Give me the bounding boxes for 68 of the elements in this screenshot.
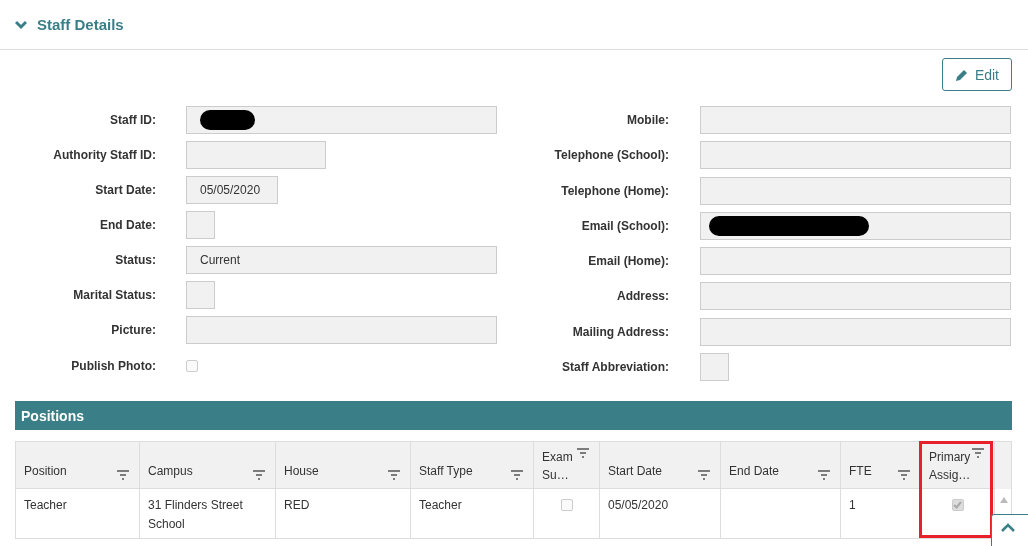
- column-header[interactable]: Exam Su…: [534, 442, 600, 489]
- pencil-icon: [954, 67, 969, 82]
- column-header[interactable]: Primary Assig…: [921, 442, 995, 489]
- input-field[interactable]: [700, 141, 1011, 170]
- input-field[interactable]: [700, 352, 729, 381]
- input-field[interactable]: [186, 281, 215, 309]
- input-field[interactable]: 05/05/2020: [186, 176, 278, 204]
- input-field[interactable]: [700, 211, 1011, 240]
- filter-icon[interactable]: [511, 470, 523, 480]
- scroll-up-icon[interactable]: [1000, 497, 1008, 503]
- column-header[interactable]: Position: [16, 442, 140, 489]
- input-field[interactable]: [700, 282, 1011, 311]
- checkbox[interactable]: [560, 499, 573, 511]
- column-header[interactable]: House: [276, 442, 411, 489]
- input-field[interactable]: [186, 211, 215, 239]
- input-field[interactable]: [700, 106, 1011, 135]
- filter-icon[interactable]: [117, 470, 129, 480]
- field-label: Start Date:: [94, 183, 156, 197]
- field-label: Staff Abbreviation:: [561, 359, 669, 374]
- field-label: Mailing Address:: [571, 324, 669, 339]
- input-field[interactable]: [700, 247, 1011, 276]
- filter-icon[interactable]: [253, 470, 265, 480]
- filter-icon[interactable]: [698, 470, 710, 480]
- filter-icon[interactable]: [577, 448, 589, 458]
- section-title: Staff Details: [37, 16, 124, 33]
- column-header[interactable]: Staff Type: [411, 442, 534, 489]
- table-cell: 1: [841, 489, 921, 538]
- column-header[interactable]: Start Date: [600, 442, 721, 489]
- input-field[interactable]: Current: [186, 246, 497, 274]
- table-cell: RED: [276, 489, 411, 538]
- field-label: Status:: [114, 253, 156, 267]
- field-label: Picture:: [110, 323, 156, 337]
- chevron-icon[interactable]: [15, 19, 27, 30]
- input-field[interactable]: [700, 176, 1011, 205]
- field-label: Marital Status:: [72, 288, 156, 302]
- field-label: Staff ID:: [109, 113, 156, 127]
- redaction-mark: [200, 110, 255, 130]
- input-field[interactable]: [186, 106, 497, 134]
- field-label: Telephone (Home):: [560, 183, 669, 198]
- filter-icon[interactable]: [898, 470, 910, 480]
- field-label: Mobile:: [626, 113, 669, 128]
- table-cell: Teacher: [16, 489, 140, 538]
- column-header[interactable]: End Date: [721, 442, 841, 489]
- filter-icon[interactable]: [388, 470, 400, 480]
- checkbox[interactable]: [951, 499, 964, 511]
- table-cell: Teacher: [411, 489, 534, 538]
- field-label: Publish Photo:: [70, 359, 156, 373]
- field-label: Address:: [616, 289, 669, 304]
- field-label: Email (School):: [580, 218, 669, 233]
- field-label: End Date:: [99, 218, 156, 232]
- input-field[interactable]: [186, 316, 497, 344]
- field-label: Authority Staff ID:: [52, 148, 156, 162]
- field-label: Telephone (School):: [553, 148, 669, 163]
- column-header[interactable]: Campus: [140, 442, 276, 489]
- chevron-up-icon: [1001, 523, 1015, 533]
- edit-button[interactable]: Edit: [941, 58, 1012, 91]
- filter-icon[interactable]: [972, 448, 985, 458]
- filter-icon[interactable]: [818, 470, 830, 480]
- section-header: Positions: [15, 401, 1012, 430]
- column-header[interactable]: FTE: [841, 442, 921, 489]
- checkbox[interactable]: [186, 360, 198, 372]
- field-label: Email (Home):: [587, 254, 669, 269]
- input-field[interactable]: [700, 317, 1011, 346]
- back-to-top-button[interactable]: [991, 514, 1028, 546]
- input-field[interactable]: [186, 141, 326, 169]
- table-cell: 05/05/2020: [600, 489, 721, 538]
- table-cell: 31 Flinders Street School: [140, 489, 276, 538]
- check-icon: [953, 501, 962, 509]
